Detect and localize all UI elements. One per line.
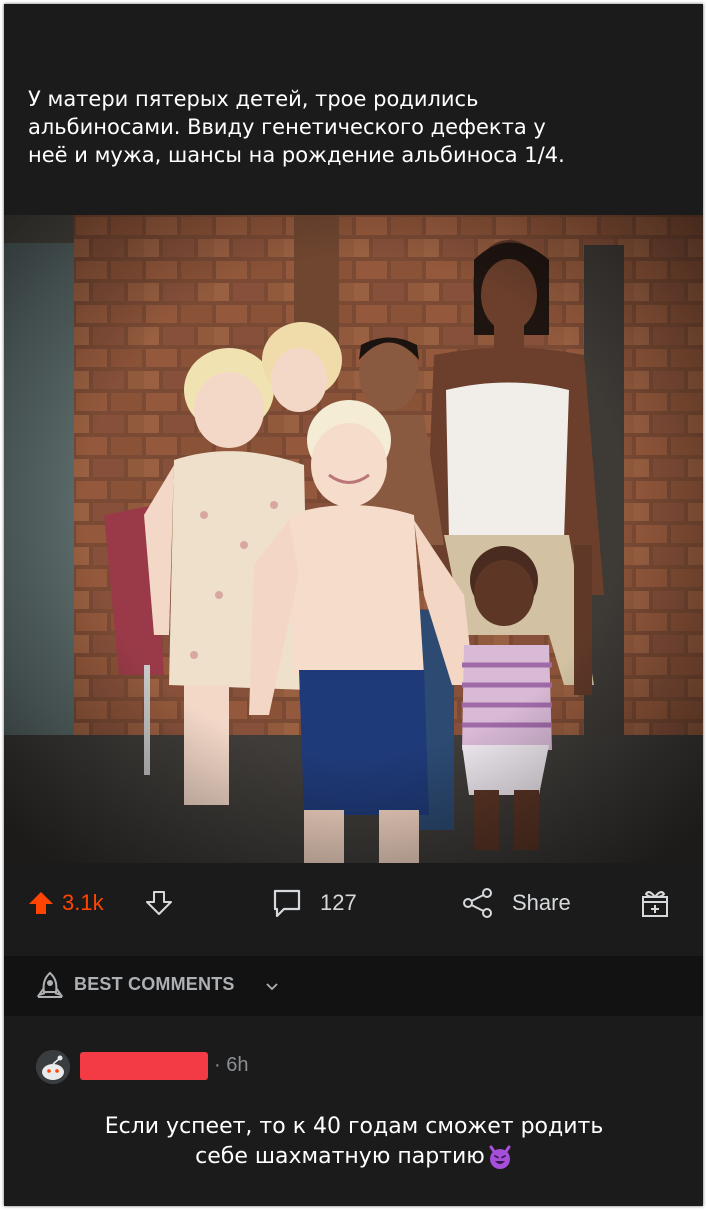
comment-icon [273,889,301,918]
share-button[interactable]: Share [460,868,571,938]
comment-count: 127 [320,890,357,915]
avatar[interactable] [36,1050,70,1084]
post-photo[interactable] [4,215,703,863]
sort-label: BEST COMMENTS [74,974,235,994]
comment-sort-bar[interactable]: BEST COMMENTS [4,956,703,1016]
smiling-devil-icon [489,1145,511,1169]
comment-body: Если успеет, то к 40 годам сможет родить… [36,1112,672,1172]
post-caption: У матери пятерых детей, трое родились ал… [28,85,678,169]
comment-time: · 6h [214,1054,249,1076]
caption-line: альбиносами. Ввиду генетического дефекта… [28,115,546,139]
chevron-down-icon [266,983,278,991]
rocket-icon [36,971,64,998]
award-button[interactable] [640,868,670,938]
username-redaction [80,1052,208,1080]
caption-line: неё и мужа, шансы на рождение альбиноса … [28,143,565,167]
upvote-icon [29,892,53,914]
comment-line: себе шахматную партию [195,1144,485,1169]
gift-icon [642,891,668,917]
share-label: Share [512,890,571,915]
downvote-button[interactable] [146,868,172,938]
share-icon [463,888,492,918]
comments-button[interactable]: 127 [270,868,357,938]
post-action-bar: 3.1k 127 Share [4,868,703,938]
upvote-button[interactable] [28,868,54,938]
caption-line: У матери пятерых детей, трое родились [28,87,479,111]
upvote-count: 3.1k [62,890,104,915]
downvote-icon [146,891,172,915]
snoo-avatar-icon [36,1050,70,1084]
comment-line: Если успеет, то к 40 годам сможет родить [104,1114,604,1139]
